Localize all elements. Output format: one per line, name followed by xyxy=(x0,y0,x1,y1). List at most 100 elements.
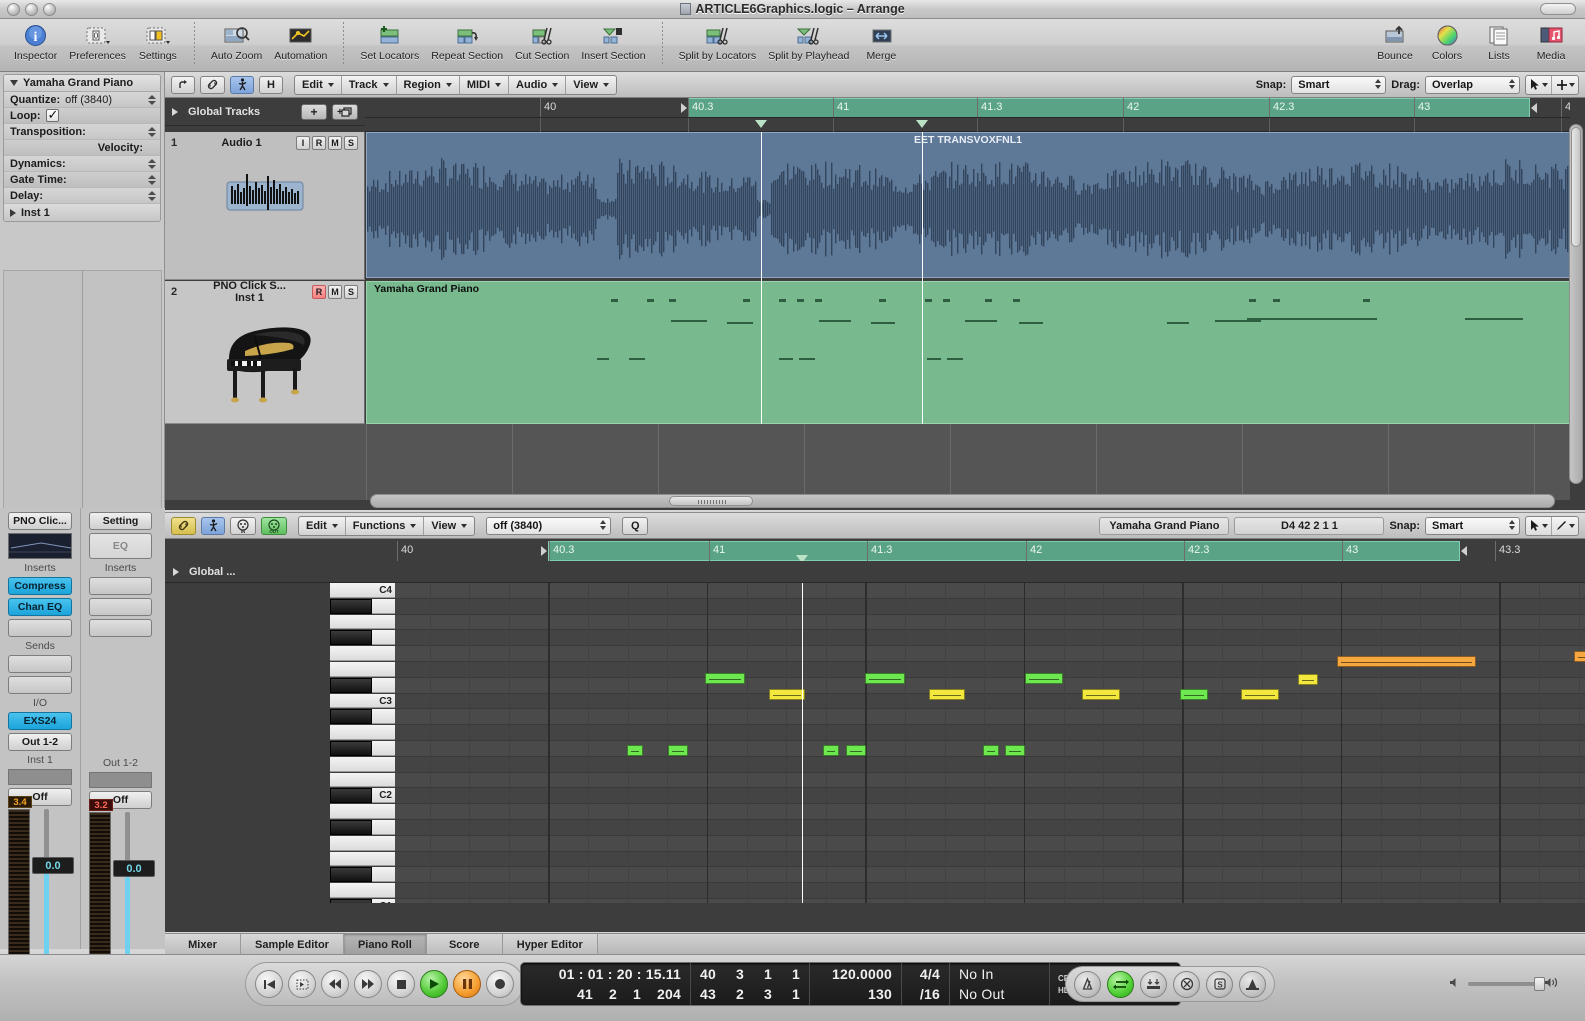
midi-note[interactable] xyxy=(1082,689,1120,700)
stepper-icon[interactable] xyxy=(147,157,156,170)
loop-checkbox[interactable] xyxy=(45,107,59,123)
snap-select[interactable]: Smart xyxy=(1291,75,1387,94)
tab-piano-roll[interactable]: Piano Roll xyxy=(343,934,427,955)
input-slot[interactable]: EXS24 xyxy=(8,712,72,730)
midi-note[interactable] xyxy=(846,745,866,756)
cycle-icon-button[interactable] xyxy=(1107,970,1134,998)
arrange-horizontal-scrollbar[interactable] xyxy=(370,494,1555,508)
toolbar-insert-section-button[interactable]: Insert Section xyxy=(575,22,651,62)
tab-score[interactable]: Score xyxy=(426,934,503,955)
forward-button[interactable] xyxy=(354,970,382,998)
pointer-tool-button[interactable] xyxy=(1526,516,1552,535)
track-mute-button[interactable]: M xyxy=(328,285,342,299)
fader-value[interactable]: 0.0 xyxy=(113,860,155,877)
toolbar-inspector-button[interactable]: i Inspector xyxy=(8,22,63,62)
white-key[interactable] xyxy=(330,646,395,661)
pencil-tool-button[interactable] xyxy=(1552,517,1578,535)
record-button[interactable] xyxy=(486,970,514,998)
group-slot[interactable] xyxy=(89,772,152,788)
track-mute-button[interactable]: M xyxy=(328,136,342,150)
midi-note[interactable] xyxy=(1337,656,1476,667)
stepper-icon[interactable] xyxy=(147,173,156,186)
menu-region[interactable]: Region xyxy=(397,75,460,94)
volume-knob[interactable] xyxy=(1534,977,1545,991)
white-key[interactable] xyxy=(330,804,395,819)
toolbar-preferences-button[interactable]: 0 Preferences xyxy=(63,22,132,62)
midi-in-button[interactable]: IN xyxy=(230,516,256,535)
go-to-beginning-button[interactable] xyxy=(255,970,283,998)
scrollbar-thumb[interactable] xyxy=(669,496,753,506)
cycle-start-arrow[interactable] xyxy=(681,103,687,113)
piano-roll-ruler[interactable]: 4040.34141.34242.34343.344 xyxy=(395,541,1585,561)
arrange-marker-lane[interactable] xyxy=(365,118,1570,132)
cycle-start-arrow[interactable] xyxy=(541,546,547,556)
track-record-button[interactable]: R xyxy=(312,136,326,150)
audio-region[interactable]: EET TRANSVOXFNL1 xyxy=(366,132,1570,278)
black-key[interactable] xyxy=(330,741,372,756)
menu-edit[interactable]: Edit xyxy=(299,516,346,535)
menu-audio[interactable]: Audio xyxy=(509,75,567,94)
secondary-tool-button[interactable] xyxy=(1552,76,1578,94)
white-key[interactable] xyxy=(330,756,395,772)
midi-note[interactable] xyxy=(1298,674,1318,685)
black-key[interactable] xyxy=(330,788,372,804)
white-key[interactable] xyxy=(330,883,395,898)
midi-note[interactable] xyxy=(1005,745,1025,756)
menu-edit[interactable]: Edit xyxy=(295,75,342,94)
white-key[interactable] xyxy=(330,662,395,677)
black-key[interactable] xyxy=(330,867,372,883)
stepper-icon[interactable] xyxy=(1509,78,1515,89)
white-key[interactable] xyxy=(330,772,395,788)
solo-icon-button[interactable]: S xyxy=(1206,970,1233,998)
track-solo-button[interactable]: S xyxy=(344,285,358,299)
toolbar-auto-zoom-button[interactable]: Auto Zoom xyxy=(205,22,268,62)
black-key[interactable] xyxy=(330,820,372,835)
insert-slot-3[interactable] xyxy=(89,619,152,637)
locator-display[interactable]: 40 3 1 1 43 2 3 1 xyxy=(691,963,810,1005)
param-row-delay[interactable]: Delay: xyxy=(4,188,160,204)
midi-note[interactable] xyxy=(865,673,905,684)
midi-note[interactable] xyxy=(823,745,839,756)
midi-note[interactable] xyxy=(1180,689,1208,700)
midi-note[interactable] xyxy=(1241,689,1279,700)
replace-icon-button[interactable] xyxy=(1173,970,1200,998)
send-slot-2[interactable] xyxy=(8,676,72,694)
black-key[interactable] xyxy=(330,677,372,693)
drag-select[interactable]: Overlap xyxy=(1425,75,1520,94)
quantize-select[interactable]: off (3840) xyxy=(486,516,612,535)
autopunch-icon-button[interactable] xyxy=(1140,970,1167,998)
peak-level-value[interactable]: 3.4 xyxy=(8,796,32,808)
tab-hyper-editor[interactable]: Hyper Editor xyxy=(502,934,598,955)
disclosure-triangle-icon[interactable] xyxy=(10,208,16,217)
disclosure-triangle-icon[interactable] xyxy=(10,80,18,86)
midi-activity-display[interactable]: No In No Out xyxy=(950,963,1050,1005)
position-display[interactable]: 01 : 01 : 20 : 15.11 41 2 1 204 xyxy=(521,963,691,1005)
click-icon-button[interactable] xyxy=(1239,970,1266,998)
catch-playhead-button[interactable] xyxy=(230,75,254,94)
add-track-button[interactable]: + xyxy=(301,103,327,120)
hierarchy-up-button[interactable] xyxy=(171,75,195,94)
toolbar-merge-button[interactable]: Merge xyxy=(855,22,907,62)
midi-note[interactable] xyxy=(983,745,999,756)
toolbar-split-by-locators-button[interactable]: Split by Locators xyxy=(673,22,763,62)
toolbar-toggle-button[interactable] xyxy=(1540,3,1576,15)
toolbar-settings-button[interactable]: Settings xyxy=(132,22,184,62)
global-tracks-header[interactable]: Global Tracks + + xyxy=(165,98,365,126)
tempo-display[interactable]: 120.0000 130 xyxy=(810,963,902,1005)
insert-slot-2[interactable]: Chan EQ xyxy=(8,598,72,616)
output-slot[interactable]: Out 1-2 xyxy=(8,733,72,751)
pause-button[interactable] xyxy=(453,970,481,998)
pointer-tool-button[interactable] xyxy=(1526,75,1552,94)
piano-roll-global-tracks[interactable]: Global ... xyxy=(165,561,1585,583)
volume-track[interactable] xyxy=(1468,977,1545,991)
output-setting-button[interactable]: Setting xyxy=(89,512,152,530)
link-button[interactable] xyxy=(200,75,225,94)
black-key[interactable] xyxy=(330,630,372,646)
toolbar-media-button[interactable]: Media xyxy=(1525,22,1577,62)
arrange-vertical-scrollbar[interactable] xyxy=(1569,124,1583,484)
toolbar-repeat-section-button[interactable]: Repeat Section xyxy=(425,22,509,62)
track-header-2[interactable]: 2 PNO Click S... Inst 1 R M S xyxy=(165,280,365,424)
param-row-dynamics[interactable]: Dynamics: xyxy=(4,156,160,172)
region-parameters-header[interactable]: Yamaha Grand Piano xyxy=(4,75,160,92)
master-volume-slider[interactable] xyxy=(1449,977,1559,991)
